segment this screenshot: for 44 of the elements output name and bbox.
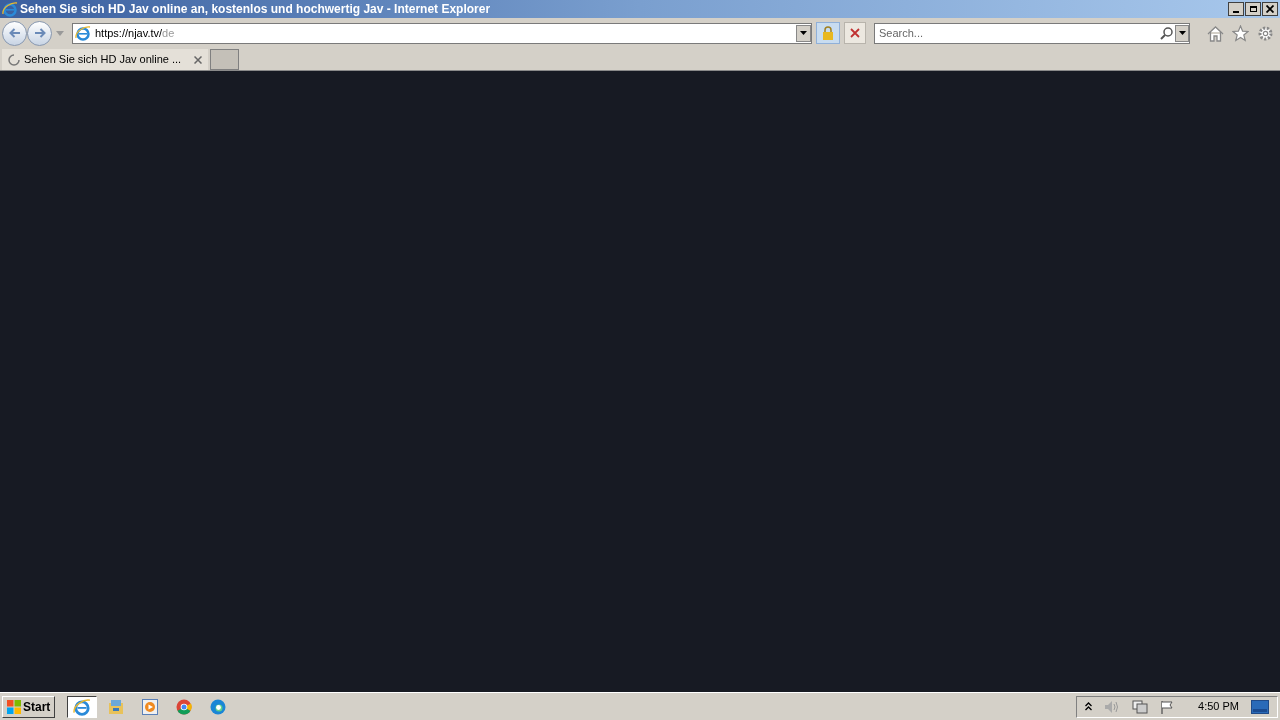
search-dropdown-button[interactable] <box>1175 24 1189 42</box>
back-button[interactable] <box>2 20 27 46</box>
tab-title: Sehen Sie sich HD Jav online ... <box>24 52 182 68</box>
url-text: https://njav.tv/de <box>95 25 175 41</box>
forward-button[interactable] <box>27 20 52 46</box>
flag-icon[interactable] <box>1160 699 1175 714</box>
address-dropdown-button[interactable] <box>796 24 811 42</box>
show-hidden-icons-icon[interactable] <box>1085 702 1093 711</box>
browser-icon <box>73 697 92 716</box>
minimize-button[interactable] <box>1228 2 1244 16</box>
address-field[interactable]: https://njav.tv/de <box>72 22 812 44</box>
forward-arrow-icon <box>33 28 46 38</box>
stop-icon <box>850 28 860 38</box>
new-tab-button[interactable] <box>210 49 239 70</box>
caret-icon <box>1178 31 1186 35</box>
folder-icon <box>108 698 125 715</box>
browser-logo-icon <box>2 1 18 17</box>
back-arrow-icon <box>8 28 21 38</box>
edge-icon <box>210 698 227 715</box>
close-icon <box>1266 5 1274 13</box>
clock[interactable]: 4:50 PM <box>1198 698 1239 715</box>
favorites-star-icon[interactable] <box>1232 24 1249 42</box>
stop-button[interactable] <box>844 22 866 44</box>
search-input[interactable]: Search... <box>879 24 1160 42</box>
home-icon[interactable] <box>1207 24 1224 42</box>
chrome-icon <box>176 698 193 715</box>
taskbar-app-button[interactable] <box>67 695 98 718</box>
network-icon[interactable] <box>1132 699 1149 714</box>
lock-icon <box>822 26 834 40</box>
window-title: Sehen Sie sich HD Jav online an, kostenlos und hochwertig Jav - Internet Explorer <box>20 1 491 18</box>
close-button[interactable] <box>1262 2 1278 16</box>
browser-tab[interactable]: Sehen Sie sich HD Jav online ... <box>2 49 208 70</box>
restore-button[interactable] <box>1245 2 1261 16</box>
tab-close-icon[interactable] <box>194 55 202 64</box>
caret-icon <box>800 31 807 35</box>
lock-button[interactable] <box>816 22 840 44</box>
start-button[interactable]: Start <box>2 695 56 718</box>
show-desktop-icon[interactable] <box>1251 699 1269 714</box>
site-icon <box>75 25 91 41</box>
media-player-icon <box>142 698 159 715</box>
search-icon[interactable] <box>1160 26 1173 40</box>
settings-icon[interactable] <box>1257 24 1274 42</box>
windows-logo-icon <box>7 699 21 714</box>
search-field[interactable]: Search... <box>874 22 1190 44</box>
